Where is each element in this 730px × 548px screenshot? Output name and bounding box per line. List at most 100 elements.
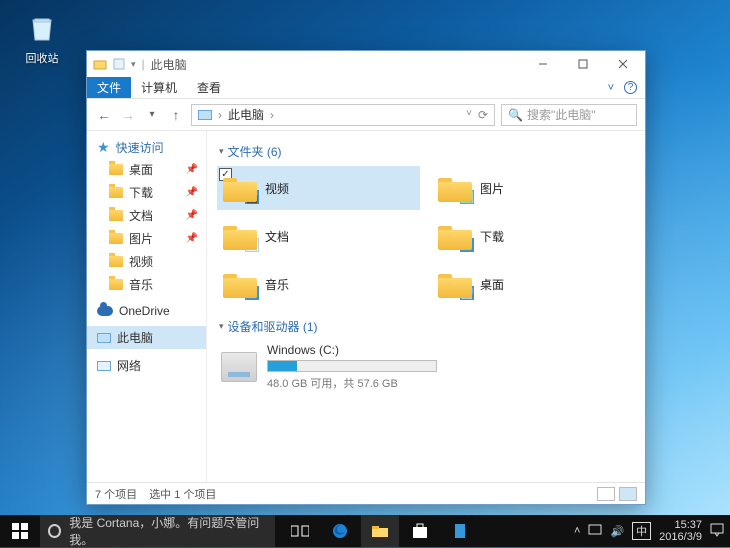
back-button[interactable]: ← — [95, 106, 113, 124]
address-sep-2: › — [270, 108, 274, 122]
status-bar: 7 个项目 选中 1 个项目 — [87, 482, 645, 504]
search-placeholder: 搜索"此电脑" — [527, 106, 596, 123]
taskbar-apps — [281, 515, 479, 547]
network-icon — [97, 361, 111, 371]
folder-icon — [109, 279, 123, 290]
ribbon-expand-icon[interactable]: ˅ — [608, 82, 614, 94]
action-center-icon[interactable] — [710, 523, 724, 540]
address-sep: › — [218, 108, 222, 122]
address-dropdown-icon[interactable]: ˅ — [466, 108, 472, 122]
separator: | — [142, 57, 145, 71]
qat-dropdown-icon[interactable]: ▾ — [131, 59, 136, 70]
window-title: 此电脑 — [151, 56, 187, 73]
folder-icon — [109, 164, 123, 175]
address-bar[interactable]: › 此电脑 › ˅ ⟳ — [191, 104, 495, 126]
help-icon[interactable]: ? — [624, 81, 637, 94]
item-count: 7 个项目 — [95, 486, 137, 502]
folder-downloads[interactable]: ⬇ 下载 — [432, 214, 635, 258]
generic-app[interactable] — [441, 515, 479, 547]
this-pc[interactable]: 此电脑 — [87, 326, 206, 349]
nav-item-desktop[interactable]: 桌面📌 — [87, 158, 206, 181]
navigation-pane[interactable]: ★ 快速访问 桌面📌 下载📌 文档📌 图片📌 视频 音乐 OneDrive 此电… — [87, 131, 207, 482]
folder-icon — [109, 233, 123, 244]
folder-icon: 📄 — [223, 222, 257, 250]
recent-dropdown[interactable]: ▾ — [143, 106, 161, 124]
volume-icon[interactable]: 🔊 — [610, 525, 624, 538]
pin-icon: 📌 — [186, 210, 198, 221]
system-tray[interactable]: ˄ 🔊 中 15:37 2016/3/9 — [568, 519, 730, 543]
view-details-button[interactable] — [597, 487, 615, 501]
pin-icon: 📌 — [186, 187, 198, 198]
task-view-button[interactable] — [281, 515, 319, 547]
cortana-placeholder: 我是 Cortana，小娜。有问题尽管问我。 — [69, 514, 267, 548]
folder-icon: ⬇ — [438, 222, 472, 250]
titlebar[interactable]: ▾ | 此电脑 — [87, 51, 645, 77]
tab-file[interactable]: 文件 — [87, 77, 131, 98]
folder-videos[interactable]: ✓ 🎬 视频 — [217, 166, 420, 210]
nav-item-documents[interactable]: 文档📌 — [87, 204, 206, 227]
quick-access[interactable]: ★ 快速访问 — [87, 137, 206, 158]
nav-item-pictures[interactable]: 图片📌 — [87, 227, 206, 250]
ime-indicator[interactable]: 中 — [632, 522, 651, 540]
folder-icon — [109, 187, 123, 198]
pc-icon — [198, 110, 212, 120]
folder-grid: ✓ 🎬 视频 🖼 图片 📄 文档 ⬇ 下载 ♪ 音 — [217, 166, 635, 306]
nav-item-downloads[interactable]: 下载📌 — [87, 181, 206, 204]
onedrive[interactable]: OneDrive — [87, 302, 206, 320]
file-explorer-window: ▾ | 此电脑 文件 计算机 查看 ˅ ? ← → ▾ ↑ › 此电脑 › ˅ — [86, 50, 646, 505]
capacity-bar — [267, 360, 437, 372]
tab-computer[interactable]: 计算机 — [131, 77, 187, 98]
folder-icon: 🖼 — [438, 174, 472, 202]
group-drives-header[interactable]: 设备和驱动器 (1) — [219, 318, 635, 335]
drive-list: Windows (C:) 48.0 GB 可用，共 57.6 GB — [217, 341, 635, 393]
windows-logo-icon — [12, 523, 28, 539]
search-icon: 🔍 — [508, 108, 523, 122]
close-button[interactable] — [603, 51, 643, 77]
maximize-button[interactable] — [563, 51, 603, 77]
pc-icon — [97, 333, 111, 343]
recycle-bin-label: 回收站 — [14, 50, 70, 66]
clock[interactable]: 15:37 2016/3/9 — [659, 519, 702, 543]
qat-properties-icon[interactable] — [113, 58, 125, 70]
folder-icon: ♪ — [223, 270, 257, 298]
address-location[interactable]: 此电脑 — [228, 106, 264, 123]
network[interactable]: 网络 — [87, 355, 206, 376]
search-box[interactable]: 🔍 搜索"此电脑" — [501, 104, 637, 126]
cortana-icon — [48, 524, 61, 538]
recycle-bin[interactable]: 回收站 — [14, 10, 70, 66]
edge-app[interactable] — [321, 515, 359, 547]
cortana-search[interactable]: 我是 Cortana，小娜。有问题尽管问我。 — [40, 515, 275, 547]
drive-capacity: 48.0 GB 可用，共 57.6 GB — [267, 375, 437, 391]
explorer-app[interactable] — [361, 515, 399, 547]
forward-button[interactable]: → — [119, 106, 137, 124]
folder-music[interactable]: ♪ 音乐 — [217, 262, 420, 306]
pin-icon: 📌 — [186, 233, 198, 244]
refresh-icon[interactable]: ⟳ — [478, 108, 488, 122]
folder-icon — [109, 210, 123, 221]
tray-chevron-icon[interactable]: ˄ — [574, 525, 580, 537]
network-icon[interactable] — [588, 524, 602, 539]
cloud-icon — [97, 306, 113, 316]
tab-view[interactable]: 查看 — [187, 77, 231, 98]
recycle-bin-icon — [24, 10, 60, 46]
view-large-button[interactable] — [619, 487, 637, 501]
minimize-button[interactable] — [523, 51, 563, 77]
folder-pictures[interactable]: 🖼 图片 — [432, 166, 635, 210]
taskbar[interactable]: 我是 Cortana，小娜。有问题尽管问我。 ˄ 🔊 中 15:37 2016/… — [0, 515, 730, 547]
address-bar-row: ← → ▾ ↑ › 此电脑 › ˅ ⟳ 🔍 搜索"此电脑" — [87, 99, 645, 131]
nav-item-videos[interactable]: 视频 — [87, 250, 206, 273]
nav-item-music[interactable]: 音乐 — [87, 273, 206, 296]
content-pane[interactable]: 文件夹 (6) ✓ 🎬 视频 🖼 图片 📄 文档 ⬇ 下载 — [207, 131, 645, 482]
group-folders-header[interactable]: 文件夹 (6) — [219, 143, 635, 160]
drive-c[interactable]: Windows (C:) 48.0 GB 可用，共 57.6 GB — [217, 341, 635, 393]
store-app[interactable] — [401, 515, 439, 547]
start-button[interactable] — [0, 515, 40, 547]
pin-icon: 📌 — [186, 164, 198, 175]
disk-icon — [221, 352, 257, 382]
ribbon-tabs: 文件 计算机 查看 ˅ ? — [87, 77, 645, 99]
clock-time: 15:37 — [659, 519, 702, 531]
up-button[interactable]: ↑ — [167, 106, 185, 124]
folder-icon: 🖥 — [438, 270, 472, 298]
folder-documents[interactable]: 📄 文档 — [217, 214, 420, 258]
folder-desktop[interactable]: 🖥 桌面 — [432, 262, 635, 306]
